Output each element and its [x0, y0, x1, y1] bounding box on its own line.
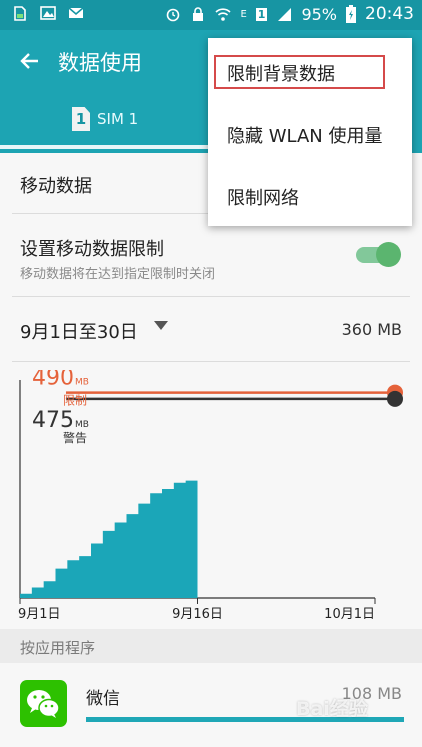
billing-period-dropdown[interactable]: 9月1日至30日 [20, 318, 138, 344]
page-title: 数据使用 [58, 51, 142, 75]
battery-icon [346, 5, 356, 23]
gallery-icon [40, 6, 56, 20]
limit-value: 490 [32, 370, 74, 391]
menu-item-label: 隐藏 WLAN 使用量 [227, 126, 383, 147]
sd-card-icon [14, 6, 26, 21]
usage-area [20, 480, 198, 598]
overflow-menu: 限制背景数据 隐藏 WLAN 使用量 限制网络 [208, 38, 412, 226]
tab-label: SIM 1 [97, 110, 139, 128]
menu-item-restrict-networks[interactable]: 限制网络 [208, 166, 412, 224]
wechat-glyph [27, 690, 60, 718]
menu-item-label: 限制背景数据 [227, 64, 335, 85]
menu-item-hide-wlan-usage[interactable]: 隐藏 WLAN 使用量 [208, 104, 412, 162]
alarm-icon [167, 8, 180, 22]
mobile-data-limit-title[interactable]: 设置移动数据限制 [20, 235, 164, 261]
divider [12, 361, 410, 362]
warning-unit: MB [75, 420, 89, 430]
chevron-down-icon[interactable] [154, 321, 168, 330]
wechat-icon[interactable] [20, 680, 67, 727]
network-type-label: E [240, 8, 247, 20]
warning-handle [387, 390, 403, 407]
warning-value: 475 [32, 408, 74, 433]
usage-chart: 490 MB限制475 MB警告9月1日 9月16日 10月1日 [18, 370, 403, 622]
sim-card-icon: 1 [72, 107, 90, 131]
sim-number-badge: 1 [255, 7, 268, 21]
status-time: 20:43 [365, 4, 414, 24]
divider [12, 296, 410, 297]
lock-icon [193, 7, 204, 21]
warning-label: 警告 [63, 430, 87, 445]
x-tick-label: 10月1日 [324, 607, 375, 622]
tab-sim-1[interactable]: 1 SIM 1 [72, 107, 138, 131]
back-arrow-icon[interactable] [18, 49, 42, 73]
section-header: 按应用程序 [0, 629, 422, 663]
status-bar-left [12, 5, 84, 21]
app-name[interactable]: 微信 [86, 684, 120, 709]
x-tick-label: 9月16日 [172, 607, 223, 622]
mobile-data-limit-subtitle: 移动数据将在达到指定限制时关闭 [20, 267, 216, 282]
x-tick-label: 9月1日 [18, 607, 61, 622]
status-bar: E 1 95% 20:43 [0, 0, 422, 30]
battery-percent: 95% [301, 4, 337, 24]
tab-indicator [0, 145, 210, 149]
wifi-icon [215, 8, 232, 21]
status-bar-right: E 1 95% 20:43 [165, 4, 414, 24]
menu-item-label: 限制网络 [227, 188, 299, 209]
menu-item-restrict-background-data[interactable]: 限制背景数据 [208, 42, 412, 100]
mobile-data-limit-toggle[interactable] [356, 242, 401, 268]
mail-icon [68, 7, 84, 18]
limit-label: 限制 [63, 394, 87, 408]
mobile-data-setting[interactable]: 移动数据 [20, 172, 92, 198]
period-usage: 360 MB [341, 320, 402, 339]
signal-icon [278, 8, 292, 21]
watermark: Bai经验 [296, 698, 368, 720]
toggle-knob [376, 242, 401, 267]
section-header-label: 按应用程序 [20, 639, 96, 657]
limit-unit: MB [75, 378, 89, 388]
